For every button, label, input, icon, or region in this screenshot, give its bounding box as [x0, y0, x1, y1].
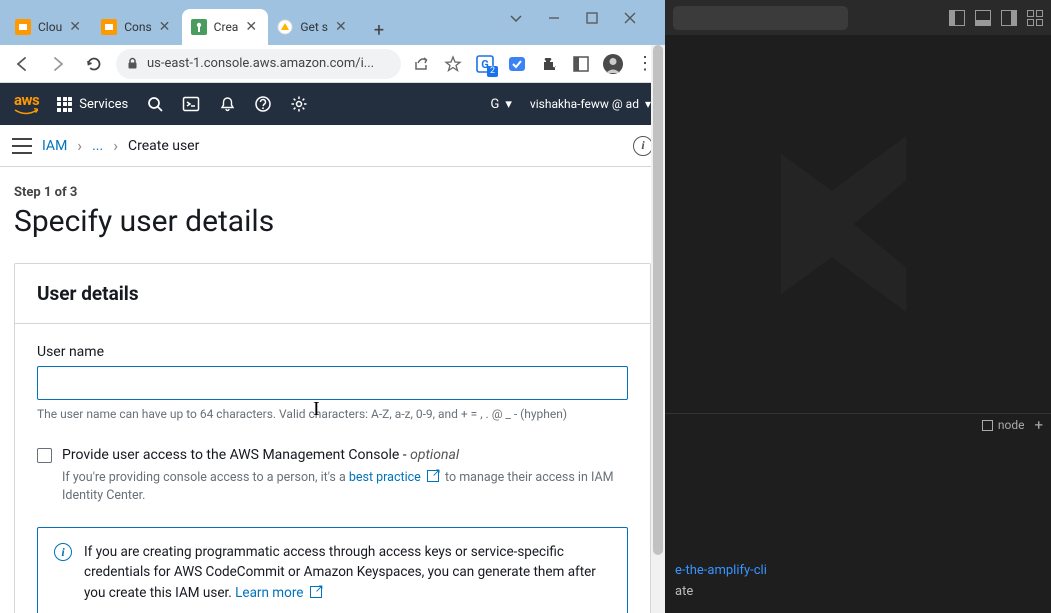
services-menu[interactable]: Services	[57, 97, 128, 112]
username-label: User name	[37, 344, 628, 360]
infobox-text: If you are creating programmatic access …	[84, 542, 611, 603]
reload-button[interactable]	[80, 50, 108, 78]
console-access-description: If you're providing console access to a …	[62, 469, 628, 505]
vscode-window: node + e-the-amplify-cli ate	[665, 0, 1051, 613]
customize-layout-icon[interactable]	[1027, 10, 1043, 26]
notifications-bell-icon[interactable]	[218, 95, 236, 113]
profile-avatar[interactable]	[601, 52, 625, 76]
tab-title: Crea	[214, 20, 239, 34]
tab-title: Get s	[300, 20, 328, 34]
account-menu[interactable]: vishakha-feww @ ad▾	[530, 97, 651, 111]
terminal-tabs: node +	[982, 416, 1043, 434]
tab-title: Clou	[38, 20, 62, 34]
step-indicator: Step 1 of 3	[14, 185, 651, 200]
window-minimize-icon[interactable]	[546, 10, 562, 26]
tab-close-icon[interactable]: ✕	[245, 20, 259, 34]
username-hint: The user name can have up to 64 characte…	[37, 406, 628, 422]
browser-toolbar: us-east-1.console.aws.amazon.com/i... G …	[0, 45, 665, 83]
caret-down-icon: ▾	[505, 97, 512, 112]
browser-window: Clou ✕ Cons ✕ Crea ✕ Get s ✕ + us-east-1…	[0, 0, 665, 613]
terminal-icon	[982, 420, 993, 431]
vscode-editor-area: node + e-the-amplify-cli ate	[665, 35, 1051, 613]
console-access-checkbox-row: Provide user access to the AWS Managemen…	[37, 446, 628, 505]
url-text: us-east-1.console.aws.amazon.com/i...	[147, 56, 391, 71]
tab-close-icon[interactable]: ✕	[69, 20, 83, 34]
learn-more-link[interactable]: Learn more	[235, 585, 325, 601]
settings-gear-icon[interactable]	[290, 95, 308, 113]
iam-favicon-icon	[191, 19, 207, 35]
terminal-output-line: ate	[675, 584, 1041, 599]
user-details-panel: User details User name The user name can…	[14, 263, 651, 613]
console-access-checkbox[interactable]	[37, 448, 52, 463]
os-window-controls	[493, 0, 653, 35]
terminal-tab-node[interactable]: node	[982, 418, 1025, 432]
info-icon: i	[54, 543, 72, 561]
new-tab-button[interactable]: +	[364, 15, 394, 45]
help-icon[interactable]	[254, 95, 272, 113]
breadcrumb-bar: IAM › ... › Create user i	[0, 125, 665, 167]
toggle-secondary-sidebar-icon[interactable]	[1001, 10, 1017, 26]
extension-icon-blue[interactable]	[505, 52, 529, 76]
window-close-icon[interactable]	[622, 10, 638, 26]
tab-close-icon[interactable]: ✕	[335, 20, 349, 34]
vscode-watermark-logo	[665, 35, 1051, 413]
window-chevron-icon[interactable]	[508, 10, 524, 26]
amplify-favicon-icon	[277, 19, 293, 35]
best-practice-link[interactable]: best practice	[349, 470, 442, 485]
terminal-output-line: e-the-amplify-cli	[675, 563, 1041, 578]
username-input[interactable]	[37, 366, 628, 400]
breadcrumb-iam-link[interactable]: IAM	[42, 138, 67, 154]
panel-header: User details	[15, 264, 650, 324]
lock-icon	[126, 57, 139, 70]
reading-list-icon[interactable]	[569, 52, 593, 76]
external-link-icon	[310, 586, 322, 598]
browser-tab-cloud[interactable]: Clou ✕	[6, 9, 92, 45]
vscode-command-center[interactable]	[673, 6, 848, 30]
new-terminal-icon[interactable]: +	[1034, 416, 1043, 434]
extensions-puzzle-icon[interactable]	[537, 52, 561, 76]
scrollbar-thumb[interactable]	[653, 45, 663, 555]
bookmark-star-icon[interactable]	[441, 52, 465, 76]
services-grid-icon	[57, 97, 72, 112]
vscode-layout-controls	[949, 10, 1043, 26]
forward-button[interactable]	[44, 50, 72, 78]
browser-tab-console[interactable]: Cons ✕	[92, 9, 181, 45]
window-maximize-icon[interactable]	[584, 10, 600, 26]
external-link-icon	[427, 470, 439, 482]
google-translate-extension-icon[interactable]: G 2	[473, 52, 497, 76]
services-label: Services	[79, 97, 128, 112]
vertical-scrollbar[interactable]	[651, 45, 665, 613]
info-icon[interactable]: i	[633, 136, 653, 156]
console-access-label: Provide user access to the AWS Managemen…	[62, 446, 628, 466]
aws-favicon-icon	[101, 19, 117, 35]
toggle-primary-sidebar-icon[interactable]	[949, 10, 965, 26]
tab-close-icon[interactable]: ✕	[159, 20, 173, 34]
aws-top-nav: aws Services G▾ vishakha-feww @ ad▾	[0, 83, 665, 125]
side-menu-toggle[interactable]	[12, 138, 32, 154]
aws-logo[interactable]: aws	[14, 91, 39, 117]
back-button[interactable]	[8, 50, 36, 78]
address-bar[interactable]: us-east-1.console.aws.amazon.com/i...	[116, 49, 401, 79]
aws-favicon-icon	[15, 19, 31, 35]
page-title: Specify user details	[14, 204, 651, 239]
region-selector[interactable]: G▾	[491, 97, 512, 112]
vscode-titlebar	[665, 0, 1051, 35]
cloudshell-icon[interactable]	[182, 95, 200, 113]
search-icon[interactable]	[146, 95, 164, 113]
vscode-terminal-panel[interactable]: node + e-the-amplify-cli ate	[665, 413, 1051, 613]
chevron-right-icon: ›	[77, 136, 82, 155]
breadcrumb-ellipsis[interactable]: ...	[92, 138, 103, 154]
extension-badge: 2	[487, 66, 498, 77]
browser-tab-create-user[interactable]: Crea ✕	[182, 9, 269, 45]
chevron-right-icon: ›	[113, 136, 118, 155]
breadcrumb-current: Create user	[128, 138, 199, 154]
page-content: Step 1 of 3 Specify user details User de…	[0, 167, 665, 613]
programmatic-access-infobox: i If you are creating programmatic acces…	[37, 527, 628, 613]
browser-tab-get-started[interactable]: Get s ✕	[268, 9, 358, 45]
toggle-panel-icon[interactable]	[975, 10, 991, 26]
share-icon[interactable]	[409, 52, 433, 76]
tab-title: Cons	[124, 20, 151, 34]
